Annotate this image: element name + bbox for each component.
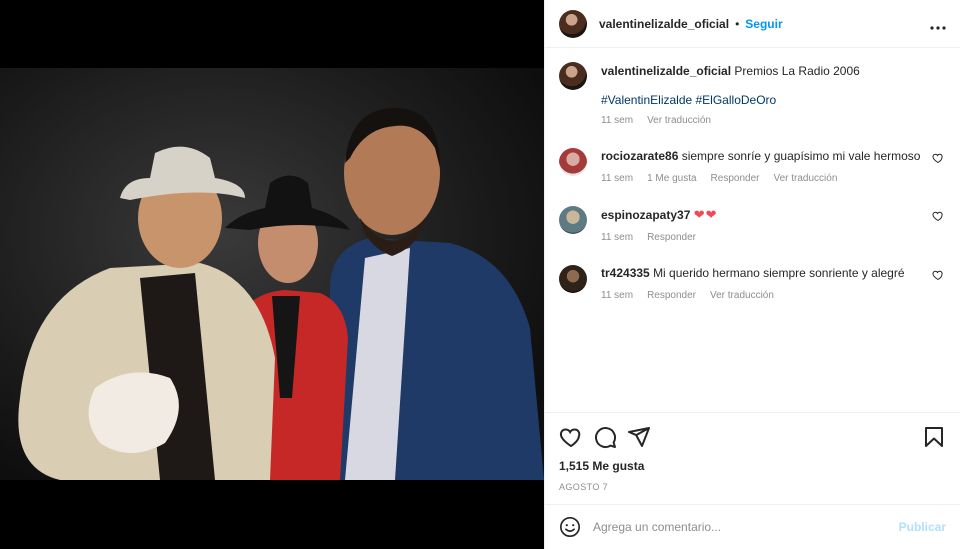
comment-icon[interactable]: [593, 425, 617, 449]
comment-time: 11 sem: [601, 173, 634, 184]
comments-list[interactable]: valentinelizalde_oficial Premios La Radi…: [545, 48, 960, 412]
comment-body: rociozarate86 siempre sonríe y guapísimo…: [601, 148, 946, 184]
comment-likes-link[interactable]: 1 Me gusta: [647, 173, 696, 184]
post-photo: [0, 68, 544, 480]
caption-hashtags[interactable]: #ValentinElizalde #ElGalloDeOro: [601, 93, 924, 107]
caption-meta: 11 sem Ver traducción: [601, 115, 924, 126]
comment-time: 11 sem: [601, 290, 634, 301]
comment-item: tr424335 Mi querido hermano siempre sonr…: [559, 265, 946, 301]
comment-input[interactable]: [593, 520, 899, 534]
comment-text: rociozarate86 siempre sonríe y guapísimo…: [601, 148, 924, 165]
caption-content: Premios La Radio 2006: [734, 64, 860, 78]
follow-button[interactable]: Seguir: [745, 17, 782, 31]
emoji-icon[interactable]: [559, 516, 581, 538]
comment-content: ❤❤: [693, 207, 718, 222]
share-icon[interactable]: [627, 425, 651, 449]
comment-item: espinozapaty37 ❤❤ 11 sem Responder: [559, 206, 946, 243]
reply-button[interactable]: Responder: [711, 173, 760, 184]
translate-link[interactable]: Ver traducción: [710, 290, 774, 301]
comment-username[interactable]: tr424335: [601, 266, 650, 280]
caption-translate-link[interactable]: Ver traducción: [647, 115, 711, 126]
comment-meta: 11 sem Responder Ver traducción: [601, 290, 924, 301]
media-panel: [0, 0, 544, 549]
publish-button[interactable]: Publicar: [899, 520, 946, 534]
caption-text: valentinelizalde_oficial Premios La Radi…: [601, 63, 924, 80]
reply-button[interactable]: Responder: [647, 232, 696, 243]
avatar[interactable]: [559, 9, 587, 38]
caption-time: 11 sem: [601, 115, 634, 126]
comment-body: tr424335 Mi querido hermano siempre sonr…: [601, 265, 946, 301]
comment-text: tr424335 Mi querido hermano siempre sonr…: [601, 265, 924, 282]
translate-link[interactable]: Ver traducción: [773, 173, 837, 184]
comment-username[interactable]: espinozapaty37: [601, 208, 690, 222]
comment-like-heart-icon[interactable]: [932, 210, 944, 222]
bookmark-icon[interactable]: [922, 425, 946, 449]
post-header: valentinelizalde_oficial • Seguir: [545, 0, 960, 48]
comment-avatar[interactable]: [559, 148, 587, 176]
post-date[interactable]: AGOSTO 7: [559, 482, 946, 492]
caption-body: valentinelizalde_oficial Premios La Radi…: [601, 62, 946, 126]
comment-body: espinozapaty37 ❤❤ 11 sem Responder: [601, 206, 946, 243]
comment-text: espinozapaty37 ❤❤: [601, 206, 924, 224]
comment-avatar[interactable]: [559, 265, 587, 293]
comment-content: Mi querido hermano siempre sonriente y a…: [653, 266, 905, 280]
instagram-post-view: valentinelizalde_oficial • Seguir valent…: [0, 0, 960, 549]
comment-meta: 11 sem 1 Me gusta Responder Ver traducci…: [601, 173, 924, 184]
comment-item: rociozarate86 siempre sonríe y guapísimo…: [559, 148, 946, 184]
comment-avatar[interactable]: [559, 206, 587, 234]
comment-meta: 11 sem Responder: [601, 232, 924, 243]
header-separator: •: [735, 16, 740, 31]
comment-username[interactable]: rociozarate86: [601, 149, 678, 163]
more-options-icon[interactable]: [930, 15, 946, 33]
comment-composer: Publicar: [545, 504, 960, 549]
reply-button[interactable]: Responder: [647, 290, 696, 301]
caption: valentinelizalde_oficial Premios La Radi…: [559, 62, 946, 126]
comment-like-heart-icon[interactable]: [932, 152, 944, 164]
caption-avatar[interactable]: [559, 62, 587, 90]
heart-icon[interactable]: [559, 425, 583, 449]
comment-like-heart-icon[interactable]: [932, 269, 944, 281]
comment-content: siempre sonríe y guapísimo mi vale hermo…: [681, 149, 921, 163]
post-sidebar: valentinelizalde_oficial • Seguir valent…: [544, 0, 960, 549]
action-icons: [559, 425, 946, 449]
likes-count[interactable]: 1,515 Me gusta: [559, 459, 946, 473]
header-username[interactable]: valentinelizalde_oficial: [599, 17, 729, 31]
comment-time: 11 sem: [601, 232, 634, 243]
post-actions: 1,515 Me gusta AGOSTO 7: [545, 412, 960, 504]
caption-username[interactable]: valentinelizalde_oficial: [601, 64, 731, 78]
